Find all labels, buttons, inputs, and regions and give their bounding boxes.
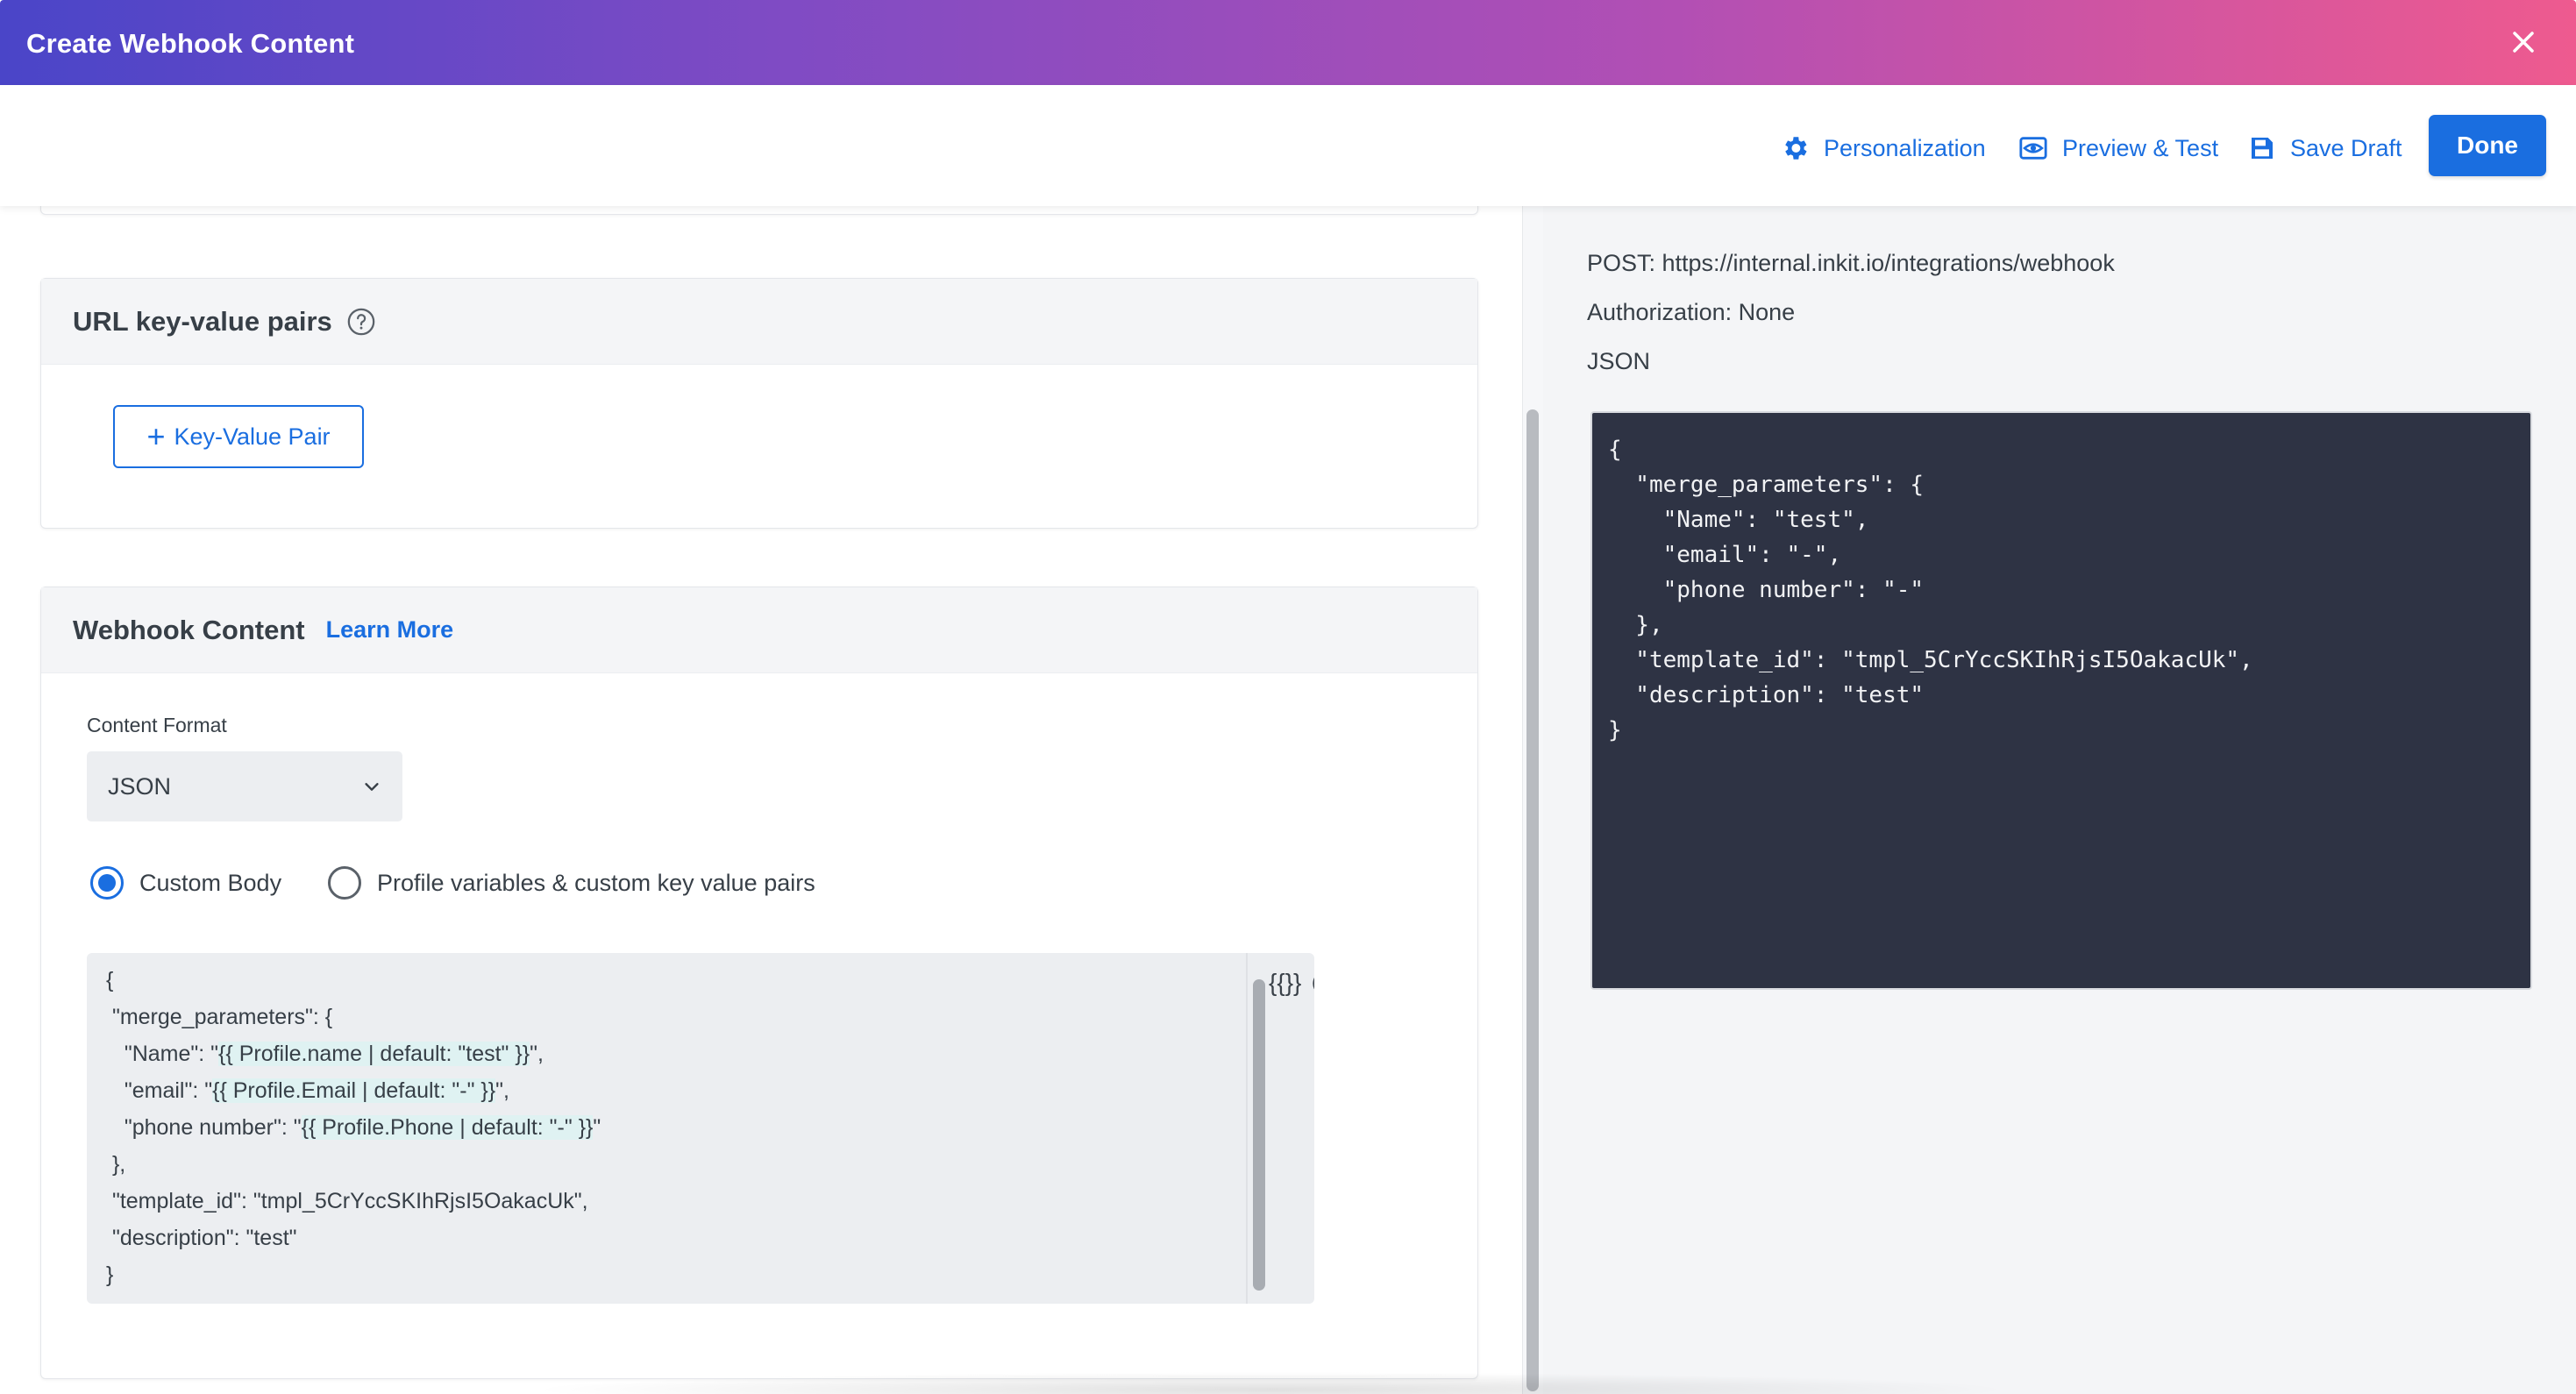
editor-line: "Name": "{{ Profile.name | default: "tes…: [106, 1042, 544, 1066]
custom-body-label: Custom Body: [139, 869, 282, 896]
help-icon[interactable]: [346, 307, 376, 337]
format-label: JSON: [1587, 348, 1651, 374]
editor-line: "merge_parameters": {: [106, 1005, 333, 1029]
content-format-value: JSON: [108, 772, 172, 800]
mention-icon[interactable]: @: [1311, 967, 1314, 997]
chevron-down-icon: [365, 783, 379, 791]
radio-unselected-icon: [328, 866, 361, 900]
custom-body-radio[interactable]: Custom Body: [90, 866, 281, 900]
previous-card: [40, 206, 1478, 215]
bottom-shadow: [526, 1372, 2017, 1394]
scrollbar-thumb[interactable]: [1526, 409, 1539, 1391]
preview-code: { "merge_parameters": { "Name": "test", …: [1608, 437, 2253, 743]
gear-icon: [1785, 137, 1807, 160]
profile-variables-radio[interactable]: Profile variables & custom key value pai…: [328, 866, 815, 900]
preview-test-label: Preview & Test: [2062, 134, 2219, 161]
variable-token: {{ Profile.Phone | default: "-" }}: [301, 1115, 594, 1140]
personalization-button[interactable]: Personalization: [1780, 127, 1986, 169]
editor-scrollbar[interactable]: [1253, 979, 1265, 1291]
eye-icon: [2019, 137, 2047, 160]
dialog-title: Create Webhook Content: [26, 28, 355, 59]
editor-line: },: [106, 1152, 126, 1177]
editor-divider: [1246, 953, 1248, 1304]
add-key-value-pair-label: Key-Value Pair: [174, 423, 331, 450]
post-url: POST: https://internal.inkit.io/integrat…: [1587, 250, 2115, 276]
authorization: Authorization: None: [1587, 299, 1796, 325]
editor-line: "phone number": "{{ Profile.Phone | defa…: [106, 1115, 601, 1140]
webhook-dialog: Create Webhook Content Personalization P…: [0, 0, 2576, 1394]
plus-icon: +: [146, 418, 166, 454]
insert-variable-icon[interactable]: {{}}: [1269, 969, 1301, 997]
toolbar: Personalization Preview & Test Save Draf…: [0, 85, 2576, 206]
editor-line: "template_id": "tmpl_5CrYccSKIhRjsI5Oaka…: [106, 1189, 588, 1213]
variable-token: {{ Profile.name | default: "test" }}: [218, 1042, 530, 1066]
save-draft-label: Save Draft: [2290, 134, 2402, 161]
profile-variables-label: Profile variables & custom key value pai…: [377, 869, 815, 896]
editor-line: "email": "{{ Profile.Email | default: "-…: [106, 1078, 509, 1103]
save-draft-button[interactable]: Save Draft: [2248, 127, 2402, 169]
webhook-content-header: Webhook Content Learn More: [41, 587, 1477, 673]
content-format-select[interactable]: JSON: [87, 751, 402, 821]
personalization-label: Personalization: [1824, 134, 1986, 161]
webhook-content-title: Webhook Content: [73, 614, 305, 645]
editor-code[interactable]: { "merge_parameters": { "Name": "{{ Prof…: [106, 962, 601, 1293]
preview-test-button[interactable]: Preview & Test: [2018, 127, 2218, 169]
variable-token: {{ Profile.Email | default: "-" }}: [212, 1078, 496, 1103]
radio-selected-icon: [90, 866, 124, 900]
editor-line: "description": "test": [106, 1226, 297, 1250]
save-icon: [2252, 138, 2273, 159]
done-button[interactable]: Done: [2429, 115, 2546, 176]
preview-code-panel: { "merge_parameters": { "Name": "test", …: [1590, 411, 2532, 990]
url-pairs-title: URL key-value pairs: [73, 305, 332, 337]
editor-line: }: [106, 1262, 114, 1287]
editor-pane[interactable]: URL key-value pairs + Key-Value Pair Web…: [0, 206, 1522, 1394]
preview-pane: POST: https://internal.inkit.io/integrat…: [1543, 206, 2576, 1394]
add-key-value-pair-button[interactable]: + Key-Value Pair: [113, 405, 364, 468]
url-pairs-header: URL key-value pairs: [41, 279, 1477, 365]
pane-scrollbar[interactable]: [1522, 206, 1543, 1394]
custom-body-editor[interactable]: { "merge_parameters": { "Name": "{{ Prof…: [87, 953, 1314, 1304]
dialog-header: Create Webhook Content: [0, 0, 2576, 85]
webhook-content-card: Webhook Content Learn More Content Forma…: [40, 587, 1478, 1379]
url-pairs-card: URL key-value pairs + Key-Value Pair: [40, 278, 1478, 529]
editor-line: {: [106, 968, 114, 992]
close-icon[interactable]: [2506, 25, 2541, 60]
content-format-label: Content Format: [87, 714, 227, 736]
learn-more-link[interactable]: Learn More: [326, 616, 454, 644]
